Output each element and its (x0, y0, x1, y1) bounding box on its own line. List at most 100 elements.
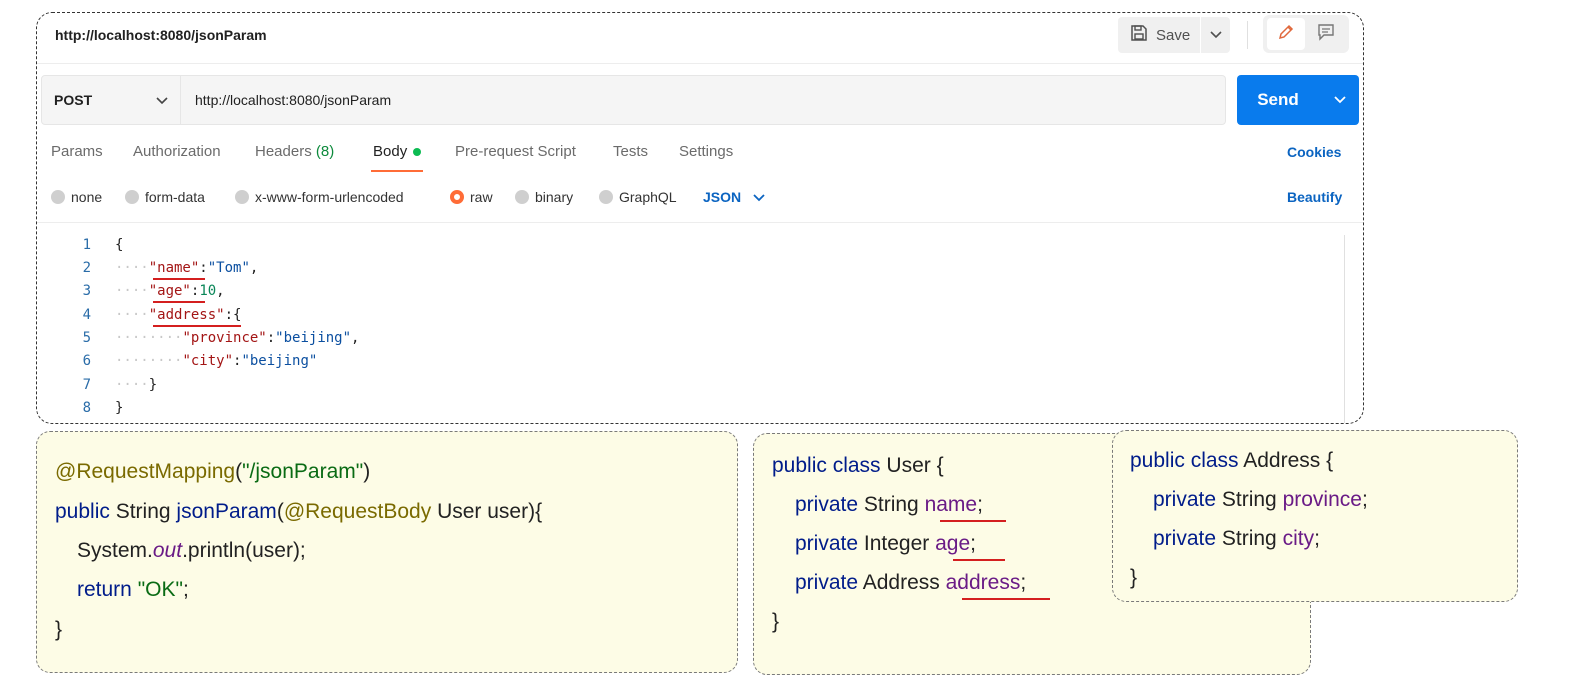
postman-request-panel: http://localhost:8080/jsonParam Save POS… (36, 12, 1364, 424)
code-token: } (1130, 566, 1138, 589)
code-type: Integer (863, 532, 930, 555)
format-select[interactable]: JSON (703, 189, 765, 205)
tab-tests[interactable]: Tests (613, 143, 648, 160)
tab-pre-request-script[interactable]: Pre-request Script (455, 143, 576, 160)
json-key: "city" (182, 353, 234, 369)
code-annotation: @RequestMapping (55, 460, 236, 483)
method-select[interactable]: POST (41, 75, 181, 125)
code-string: "/jsonParam" (242, 460, 364, 483)
code-line: public class Address { (1130, 449, 1333, 473)
json-number: 10 (199, 283, 217, 299)
save-options-button[interactable] (1200, 17, 1231, 53)
body-indicator-dot (413, 148, 422, 157)
code-line: private String name; (795, 493, 983, 516)
beautify-link[interactable]: Beautify (1287, 189, 1342, 205)
chevron-down-icon (1334, 91, 1346, 109)
body-type-form-data[interactable]: form-data (125, 189, 205, 205)
json-string: "beijing" (241, 353, 318, 369)
tab-headers-label: Headers (255, 143, 312, 160)
code-token: } (115, 400, 124, 416)
code-string: "OK" (137, 578, 183, 601)
request-title: http://localhost:8080/jsonParam (55, 27, 267, 43)
radio-label: form-data (145, 189, 205, 205)
body-type-binary[interactable]: binary (515, 189, 573, 205)
code-keyword: private (1153, 527, 1217, 550)
line-number: 5 (82, 330, 91, 346)
save-button[interactable]: Save (1118, 17, 1198, 53)
code-line: private Integer age; (795, 532, 976, 555)
format-label: JSON (703, 189, 742, 205)
code-field: name (924, 493, 978, 516)
json-key: "province" (182, 330, 267, 346)
code-line: ········"city":"beijing" (115, 353, 318, 369)
body-type-raw[interactable]: raw (450, 189, 493, 205)
send-options-button[interactable] (1325, 75, 1355, 125)
field-underline (953, 559, 1005, 561)
code-line: } (1130, 566, 1137, 590)
code-token: System. (77, 539, 153, 562)
radio-icon (51, 190, 65, 204)
body-type-graphql[interactable]: GraphQL (599, 189, 677, 205)
view-toggle-group (1263, 15, 1349, 53)
code-line: } (55, 618, 62, 642)
code-line: private String province; (1153, 488, 1368, 511)
code-keyword: private (795, 571, 859, 594)
radio-icon (599, 190, 613, 204)
code-class-name: User { (886, 454, 944, 477)
save-label: Save (1156, 26, 1191, 44)
code-token: } (772, 610, 780, 633)
radio-icon (515, 190, 529, 204)
radio-icon (125, 190, 139, 204)
code-class-name: Address { (1243, 449, 1334, 472)
cookies-link[interactable]: Cookies (1287, 144, 1341, 160)
tab-authorization[interactable]: Authorization (133, 143, 221, 160)
chevron-down-icon (156, 92, 168, 108)
radio-label: x-www-form-urlencoded (255, 189, 404, 205)
radio-icon (235, 190, 249, 204)
edit-button[interactable] (1267, 18, 1305, 50)
code-keyword: public (55, 500, 110, 523)
code-field: age (935, 532, 971, 555)
active-tab-underline (371, 170, 423, 172)
line-number: 6 (82, 353, 91, 369)
code-line: public String jsonParam(@RequestBody Use… (55, 500, 543, 523)
body-type-none[interactable]: none (51, 189, 102, 205)
radio-label: none (71, 189, 103, 205)
code-line: ····} (115, 377, 158, 393)
tab-params[interactable]: Params (51, 143, 103, 160)
save-button-group: Save (1118, 17, 1230, 53)
line-number: 1 (82, 237, 91, 253)
tab-headers[interactable]: Headers (8) (255, 143, 334, 160)
line-number: 4 (82, 307, 91, 323)
radio-label: raw (470, 189, 493, 205)
code-keyword: private (1153, 488, 1217, 511)
code-line: System.out.println(user); (77, 539, 306, 563)
line-number: 3 (82, 283, 91, 299)
code-field: city (1282, 527, 1315, 550)
code-line: { (115, 237, 123, 253)
code-annotation: @RequestBody (283, 500, 432, 523)
code-keyword: public class (772, 454, 881, 477)
editor-scrollbar[interactable] (1344, 235, 1345, 423)
tab-settings[interactable]: Settings (679, 143, 733, 160)
url-input[interactable]: http://localhost:8080/jsonParam (181, 75, 1226, 125)
address-class-card: public class Address { private String pr… (1112, 430, 1518, 602)
code-type: String (115, 500, 171, 523)
code-token: { (115, 237, 124, 253)
code-line: private Address address; (795, 571, 1027, 594)
code-token: .println(user); (182, 539, 306, 562)
controller-code-card: @RequestMapping("/jsonParam") public Str… (36, 431, 738, 673)
code-editor[interactable]: 1 2 3 4 5 6 7 8 { ····"name":"Tom", ····… (37, 233, 1347, 423)
send-button[interactable]: Send (1237, 75, 1319, 125)
key-underline (153, 301, 205, 303)
chevron-down-icon (753, 189, 765, 205)
code-line: } (772, 610, 779, 634)
body-type-urlencoded[interactable]: x-www-form-urlencoded (235, 189, 404, 205)
tab-body[interactable]: Body (373, 143, 422, 160)
line-number: 2 (82, 260, 91, 276)
json-key: "age" (148, 283, 191, 299)
header-divider (37, 63, 1363, 64)
comments-button[interactable] (1307, 18, 1345, 50)
code-line: ····"name":"Tom", (115, 260, 259, 276)
body-divider (37, 222, 1363, 223)
